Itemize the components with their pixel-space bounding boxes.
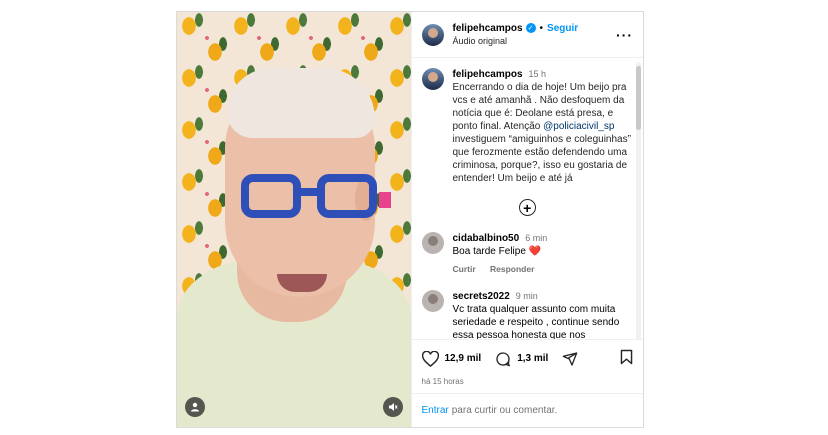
list-item: cidabalbino50 6 min Boa tarde Felipe ❤️ … (421, 232, 634, 276)
verified-badge-icon: ✓ (525, 23, 536, 33)
save-button[interactable] (620, 349, 633, 368)
heart-icon (421, 350, 439, 367)
comment-time: 6 min (525, 233, 548, 243)
header-text: felipehcampos ✓ • Seguir Áudio original (453, 22, 617, 48)
comment-time: 9 min (515, 291, 538, 301)
comment-button[interactable]: 1,3 mil (495, 351, 548, 367)
left-lens (241, 174, 301, 218)
person-hair (227, 68, 375, 138)
reply-button[interactable]: Responder (490, 264, 534, 274)
login-link[interactable]: Entrar (422, 405, 449, 416)
login-prompt: Entrar para curtir ou comentar. (411, 393, 643, 427)
comments-section[interactable]: felipehcampos 15 h Encerrando o dia de h… (412, 58, 644, 339)
caption: felipehcampos 15 h Encerrando o dia de h… (421, 68, 634, 185)
follow-button[interactable]: Seguir (547, 22, 578, 35)
comment-count: 1,3 mil (517, 353, 549, 364)
glasses-pink-accent (379, 192, 391, 208)
post-sidebar: felipehcampos ✓ • Seguir Áudio original … (410, 12, 644, 427)
comment-actions: Curtir Responder (453, 263, 633, 276)
avatar[interactable] (421, 232, 444, 254)
like-comment-button[interactable]: Curtir (453, 264, 476, 274)
caption-username[interactable]: felipehcampos (453, 68, 523, 81)
like-button[interactable]: 12,9 mil (421, 350, 482, 367)
comment-username[interactable]: cidabalbino50 (453, 232, 520, 245)
instagram-post: felipehcampos ✓ • Seguir Áudio original … (176, 11, 644, 428)
login-prompt-text: para curtir ou comentar. (451, 405, 558, 416)
plus-circle-icon[interactable]: + (518, 199, 536, 216)
audio-label[interactable]: Áudio original (453, 35, 617, 48)
avatar[interactable] (421, 68, 444, 90)
right-lens (317, 174, 377, 218)
mention-link[interactable]: @policiacivil_sp (543, 121, 614, 132)
caption-time: 15 h (528, 69, 547, 79)
audio-muted-icon[interactable] (382, 397, 403, 417)
list-item: secrets2022 9 min Vc trata qualquer assu… (421, 290, 634, 339)
author-username[interactable]: felipehcampos (453, 22, 523, 35)
avatar[interactable] (421, 290, 444, 312)
action-bar: 12,9 mil 1,3 mil (411, 339, 643, 377)
comment-text-content: Boa tarde Felipe (452, 246, 526, 257)
load-more-comments: + (422, 199, 634, 216)
comment-text: Boa tarde Felipe ❤️ (453, 245, 633, 258)
caption-text: Encerrando o dia de hoje! Um beijo pra v… (453, 81, 633, 185)
video-player[interactable] (177, 12, 411, 427)
bookmark-icon (620, 349, 633, 365)
scrollbar-thumb[interactable] (636, 66, 641, 130)
post-header: felipehcampos ✓ • Seguir Áudio original … (411, 12, 643, 58)
ellipsis-icon[interactable]: ··· (616, 27, 633, 43)
avatar[interactable] (421, 23, 444, 46)
comment-text: Vc trata qualquer assunto com muita seri… (452, 304, 620, 339)
separator-dot: • (539, 22, 544, 34)
blue-glasses (239, 170, 391, 226)
comment-username[interactable]: secrets2022 (453, 290, 510, 303)
post-age: há 15 horas (421, 377, 464, 386)
send-icon (563, 351, 578, 366)
tagged-user-icon[interactable] (185, 397, 205, 417)
share-button[interactable] (562, 351, 584, 367)
red-heart-emoji: ❤️ (528, 246, 542, 257)
like-count: 12,9 mil (444, 353, 482, 364)
comment-icon (496, 351, 511, 366)
